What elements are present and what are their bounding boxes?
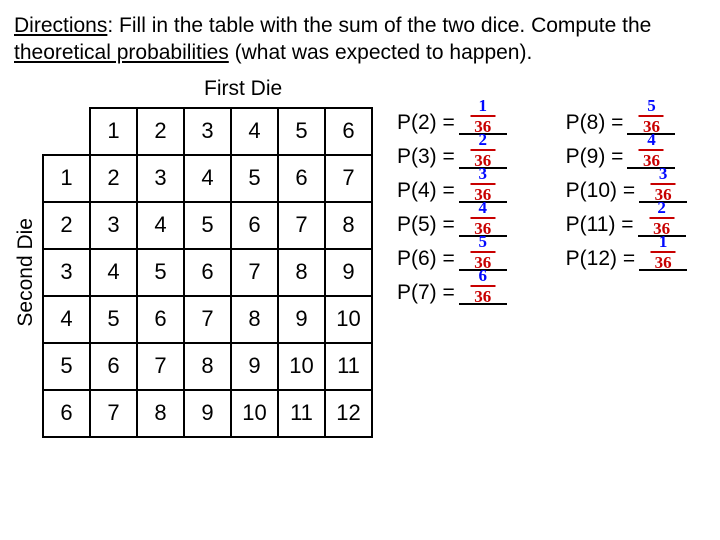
- probability-label: P(10) =: [566, 179, 635, 203]
- answer-blank: 6 36: [459, 282, 507, 305]
- probability-label: P(2) =: [397, 111, 455, 135]
- col-header: 5: [278, 108, 325, 155]
- table-cell: 7: [184, 296, 231, 343]
- table-cell: 6: [90, 343, 137, 390]
- probability-label: P(7) =: [397, 281, 455, 305]
- col-header: 1: [90, 108, 137, 155]
- table-cell: 8: [137, 390, 184, 437]
- probability-item: P(7) = 6 36: [397, 281, 526, 305]
- table-cell: 10: [231, 390, 278, 437]
- table-cell: 9: [184, 390, 231, 437]
- table-cell: 7: [278, 202, 325, 249]
- table-cell: 11: [278, 390, 325, 437]
- first-die-label: First Die: [14, 77, 706, 101]
- dice-sum-table: 1 2 3 4 5 6 1 2 3 4 5 6 7 2 3 4 5 6: [42, 107, 373, 438]
- table-cell: 7: [137, 343, 184, 390]
- probability-label: P(6) =: [397, 247, 455, 271]
- second-die-label: Second Die: [14, 218, 38, 327]
- table-cell: 8: [184, 343, 231, 390]
- probability-item: P(10) = 3 36: [566, 179, 706, 203]
- row-header: 6: [43, 390, 90, 437]
- table-cell: 10: [325, 296, 372, 343]
- table-cell: 5: [137, 249, 184, 296]
- table-cell: 6: [137, 296, 184, 343]
- col-header: 6: [325, 108, 372, 155]
- table-cell: 8: [325, 202, 372, 249]
- probability-item: P(9) = 4 36: [566, 145, 706, 169]
- col-header: 2: [137, 108, 184, 155]
- answer-blank: 1 36: [639, 248, 687, 271]
- probability-item: P(11) = 2 36: [566, 213, 706, 237]
- col-header: 3: [184, 108, 231, 155]
- table-cell: 5: [184, 202, 231, 249]
- table-cell: 9: [278, 296, 325, 343]
- table-cell: 6: [278, 155, 325, 202]
- probability-item: P(8) = 5 36: [566, 111, 706, 135]
- probability-label: P(5) =: [397, 213, 455, 237]
- row-header: 1: [43, 155, 90, 202]
- probability-item: P(5) = 4 36: [397, 213, 526, 237]
- probability-item: P(12) = 1 36: [566, 247, 706, 271]
- table-cell: 4: [90, 249, 137, 296]
- probability-list: P(2) = 1 36 P(8) = 5 36 P(3) = 2: [387, 107, 706, 438]
- probability-label: P(12) =: [566, 247, 635, 271]
- probability-item: P(3) = 2 36: [397, 145, 526, 169]
- table-cell: 12: [325, 390, 372, 437]
- table-cell: 11: [325, 343, 372, 390]
- table-cell: 3: [90, 202, 137, 249]
- directions-label: Directions: [14, 14, 107, 37]
- table-cell: 3: [137, 155, 184, 202]
- table-cell: 7: [231, 249, 278, 296]
- probability-label: P(3) =: [397, 145, 455, 169]
- probability-item: P(6) = 5 36: [397, 247, 526, 271]
- table-cell: 6: [231, 202, 278, 249]
- table-cell: 9: [231, 343, 278, 390]
- table-cell: 9: [325, 249, 372, 296]
- fraction: 1 36: [651, 233, 676, 271]
- table-cell: 4: [184, 155, 231, 202]
- table-cell: 6: [184, 249, 231, 296]
- table-cell: 4: [137, 202, 184, 249]
- table-cell: 10: [278, 343, 325, 390]
- probability-item: P(2) = 1 36: [397, 111, 526, 135]
- row-header: 3: [43, 249, 90, 296]
- directions-text: Directions: Fill in the table with the s…: [14, 12, 706, 67]
- table-corner: [43, 108, 90, 155]
- table-cell: 8: [278, 249, 325, 296]
- table-cell: 7: [325, 155, 372, 202]
- row-header: 5: [43, 343, 90, 390]
- col-header: 4: [231, 108, 278, 155]
- probability-label: P(4) =: [397, 179, 455, 203]
- probability-label: P(9) =: [566, 145, 624, 169]
- probability-label: P(11) =: [566, 213, 634, 237]
- probability-label: P(8) =: [566, 111, 624, 135]
- row-header: 2: [43, 202, 90, 249]
- table-cell: 8: [231, 296, 278, 343]
- table-cell: 5: [90, 296, 137, 343]
- table-cell: 7: [90, 390, 137, 437]
- table-cell: 5: [231, 155, 278, 202]
- probability-item: P(4) = 3 36: [397, 179, 526, 203]
- table-cell: 2: [90, 155, 137, 202]
- fraction: 6 36: [470, 267, 495, 305]
- row-header: 4: [43, 296, 90, 343]
